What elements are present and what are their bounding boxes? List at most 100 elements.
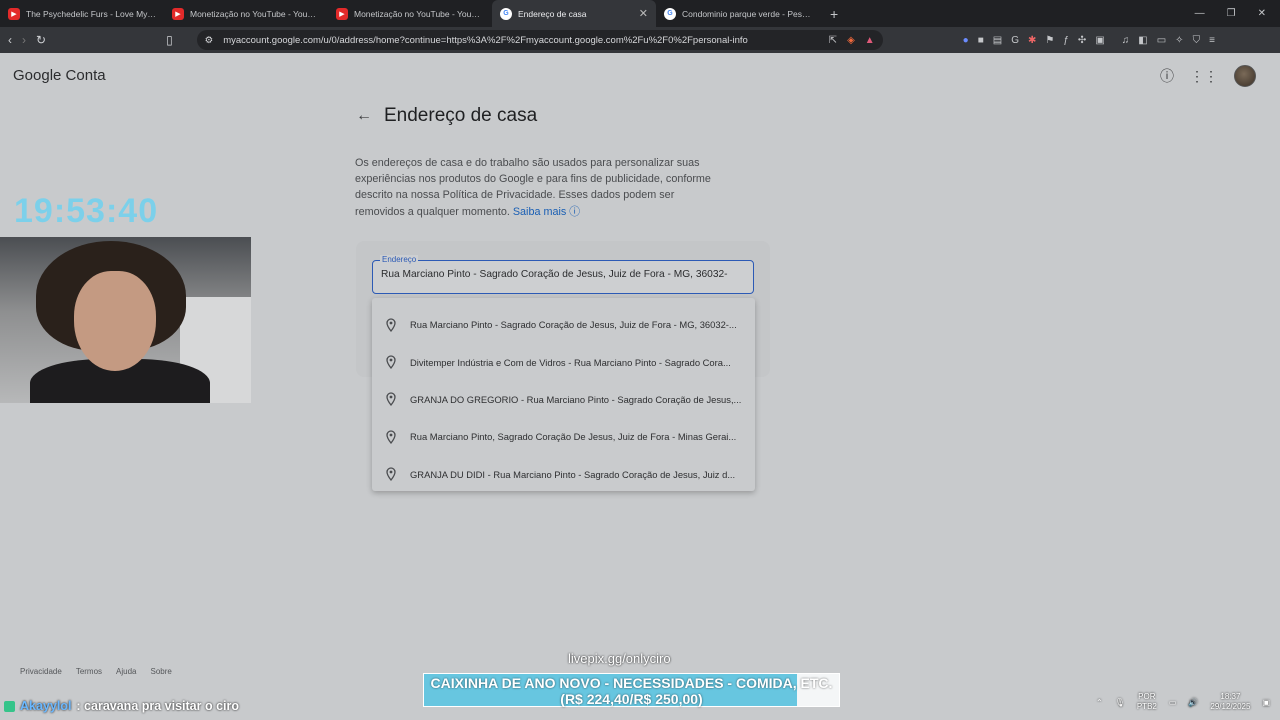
tab-label: Condominio parque verde - Pesquisa <box>682 8 812 19</box>
extensions-area: ● ■ ▤ G ✱ ⚑ ƒ ✣ ▣ ♫ ◧ ▭ ✧ ⛉ ≡ <box>963 35 1215 46</box>
site-info-icon[interactable]: ⚙ <box>205 35 214 46</box>
suggestions-dropdown: Rua Marciano Pinto - Sagrado Coração de … <box>372 298 755 491</box>
help-icon[interactable]: ⓘ <box>1160 66 1174 86</box>
page-description: Os endereços de casa e do trabalho são u… <box>355 155 725 220</box>
youtube-icon: ▶ <box>8 7 20 20</box>
google-icon: G <box>500 7 512 20</box>
browser-toolbar: ‹ › ↻ ▯ ⚙ myaccount.google.com/u/0/addre… <box>0 27 1280 53</box>
tab-label: Monetização no YouTube - YouTube <box>354 8 484 19</box>
address-field[interactable]: Endereço <box>372 255 754 294</box>
ai-icon[interactable]: ✧ <box>1175 35 1183 46</box>
location-pin-icon <box>386 355 396 370</box>
chat-badge-icon <box>4 700 15 712</box>
logo-conta: Conta <box>65 67 106 84</box>
notification-icon[interactable]: ▣ <box>1262 698 1270 707</box>
youtube-icon: ▶ <box>172 7 184 20</box>
youtube-icon: ▶ <box>336 7 348 20</box>
stream-clock: 19:53:40 <box>14 192 159 230</box>
page-header: Google Conta ⓘ ⋮⋮ <box>0 53 1280 101</box>
extension-icon[interactable]: ▣ <box>1095 35 1104 46</box>
suggestion-item[interactable]: Rua Marciano Pinto, Sagrado Coração De J… <box>372 418 755 455</box>
suggestion-text: Rua Marciano Pinto - Sagrado Coração de … <box>410 319 737 331</box>
tab-label: The Psychedelic Furs - Love My Way <box>26 8 156 19</box>
tab-2[interactable]: ▶ Monetização no YouTube - YouTube <box>328 0 492 27</box>
extension-icon[interactable]: ƒ <box>1063 35 1069 46</box>
system-tray: ⌃ 🎙 POR PTB2 ▭ 🔊 18:37 29/12/2025 ▣ <box>1096 692 1270 712</box>
music-icon[interactable]: ♫ <box>1122 35 1130 46</box>
tab-1[interactable]: ▶ Monetização no YouTube - YouTube <box>164 0 328 27</box>
extension-icon[interactable]: G <box>1011 35 1019 46</box>
extension-icon[interactable]: ■ <box>978 35 984 46</box>
location-pin-icon <box>386 430 396 444</box>
webcam-feed <box>0 237 251 403</box>
suggestion-text: Divitemper Indústria e Com de Vidros - R… <box>410 356 731 368</box>
tab-4[interactable]: G Condominio parque verde - Pesquisa <box>656 0 820 27</box>
clock[interactable]: 18:37 29/12/2025 <box>1210 692 1250 712</box>
bookmark-icon[interactable]: ▯ <box>166 33 173 47</box>
extension-icon[interactable]: ⚑ <box>1045 35 1054 46</box>
extension-icon[interactable]: ● <box>963 35 969 46</box>
chat-username: Akayylol <box>20 699 72 713</box>
window-controls: — ❐ ✕ <box>1195 8 1280 19</box>
puzzle-icon[interactable]: ✣ <box>1078 35 1086 46</box>
address-bar[interactable]: ⚙ myaccount.google.com/u/0/address/home?… <box>196 30 883 50</box>
menu-icon[interactable]: ≡ <box>1209 35 1215 46</box>
lang-code: POR <box>1138 692 1156 701</box>
donation-amount: (R$ 224,40/R$ 250,00) <box>560 691 703 707</box>
restore-icon[interactable]: ❐ <box>1227 8 1236 19</box>
avatar[interactable] <box>1234 65 1256 87</box>
close-window-icon[interactable]: ✕ <box>1258 8 1266 19</box>
google-icon: G <box>664 7 676 20</box>
rewards-icon[interactable]: ▲ <box>865 35 875 46</box>
google-account-logo[interactable]: Google Conta <box>13 67 106 84</box>
extension-icon[interactable]: ✱ <box>1028 35 1036 46</box>
logo-google: Google <box>13 67 62 84</box>
footer-terms-link[interactable]: Termos <box>76 667 102 676</box>
microphone-icon[interactable]: 🎙 <box>1115 698 1125 707</box>
page-footer: Privacidade Termos Ajuda Sobre <box>20 667 172 676</box>
share-icon[interactable]: ⇱ <box>829 35 837 46</box>
learn-more-label: Saiba mais <box>512 205 567 218</box>
sidebar-icon[interactable]: ◧ <box>1138 35 1147 46</box>
address-field-label: Endereço <box>380 255 419 264</box>
url-text: myaccount.google.com/u/0/address/home?co… <box>223 34 748 46</box>
suggestion-item[interactable]: GRANJA DU DIDI - Rua Marciano Pinto - Sa… <box>372 456 755 493</box>
footer-help-link[interactable]: Ajuda <box>116 667 136 676</box>
volume-icon[interactable]: 🔊 <box>1188 698 1198 707</box>
shield-icon[interactable]: ◈ <box>847 35 855 46</box>
footer-about-link[interactable]: Sobre <box>151 667 172 676</box>
input-language[interactable]: POR PTB2 <box>1137 692 1157 712</box>
donation-title: CAIXINHA DE ANO NOVO - NECESSIDADES - CO… <box>430 675 833 691</box>
footer-privacy-link[interactable]: Privacidade <box>20 667 62 676</box>
help-circle-icon: ⓘ <box>569 205 581 218</box>
vpn-icon[interactable]: ⛉ <box>1193 35 1201 46</box>
tab-label: Monetização no YouTube - YouTube <box>190 8 320 19</box>
apps-grid-icon[interactable]: ⋮⋮ <box>1190 68 1218 85</box>
tab-3-active[interactable]: G Endereço de casa ✕ <box>492 0 656 27</box>
location-pin-icon <box>386 467 396 482</box>
new-tab-button[interactable]: + <box>820 6 848 22</box>
suggestion-item[interactable]: Rua Marciano Pinto - Sagrado Coração de … <box>372 306 755 343</box>
reload-icon[interactable]: ↻ <box>36 33 46 47</box>
donation-goal-bar: CAIXINHA DE ANO NOVO - NECESSIDADES - CO… <box>423 673 840 707</box>
wallet-icon[interactable]: ▭ <box>1157 35 1166 46</box>
back-icon[interactable]: ‹ <box>8 33 12 47</box>
clock-time: 18:37 <box>1220 692 1241 701</box>
suggestion-item[interactable]: Divitemper Indústria e Com de Vidros - R… <box>372 343 755 380</box>
suggestion-text: Rua Marciano Pinto, Sagrado Coração De J… <box>410 431 737 443</box>
forward-icon[interactable]: › <box>22 33 26 47</box>
title-row: ← Endereço de casa <box>356 105 537 127</box>
chevron-up-icon[interactable]: ⌃ <box>1096 698 1103 707</box>
suggestion-item[interactable]: GRANJA DO GREGORIO - Rua Marciano Pinto … <box>372 381 755 418</box>
minimize-icon[interactable]: — <box>1195 8 1205 19</box>
close-tab-icon[interactable]: ✕ <box>639 7 648 20</box>
learn-more-link[interactable]: Saiba mais ⓘ <box>513 206 580 218</box>
browser-tab-bar: ▶ The Psychedelic Furs - Love My Way ▶ M… <box>0 0 1280 27</box>
extension-icon[interactable]: ▤ <box>993 35 1002 46</box>
address-input[interactable] <box>381 269 745 280</box>
back-arrow-icon[interactable]: ← <box>356 107 372 125</box>
suggestion-text: GRANJA DO GREGORIO - Rua Marciano Pinto … <box>410 393 742 405</box>
network-icon[interactable]: ▭ <box>1169 698 1177 707</box>
tab-label: Endereço de casa <box>518 8 587 19</box>
tab-0[interactable]: ▶ The Psychedelic Furs - Love My Way <box>0 0 164 27</box>
